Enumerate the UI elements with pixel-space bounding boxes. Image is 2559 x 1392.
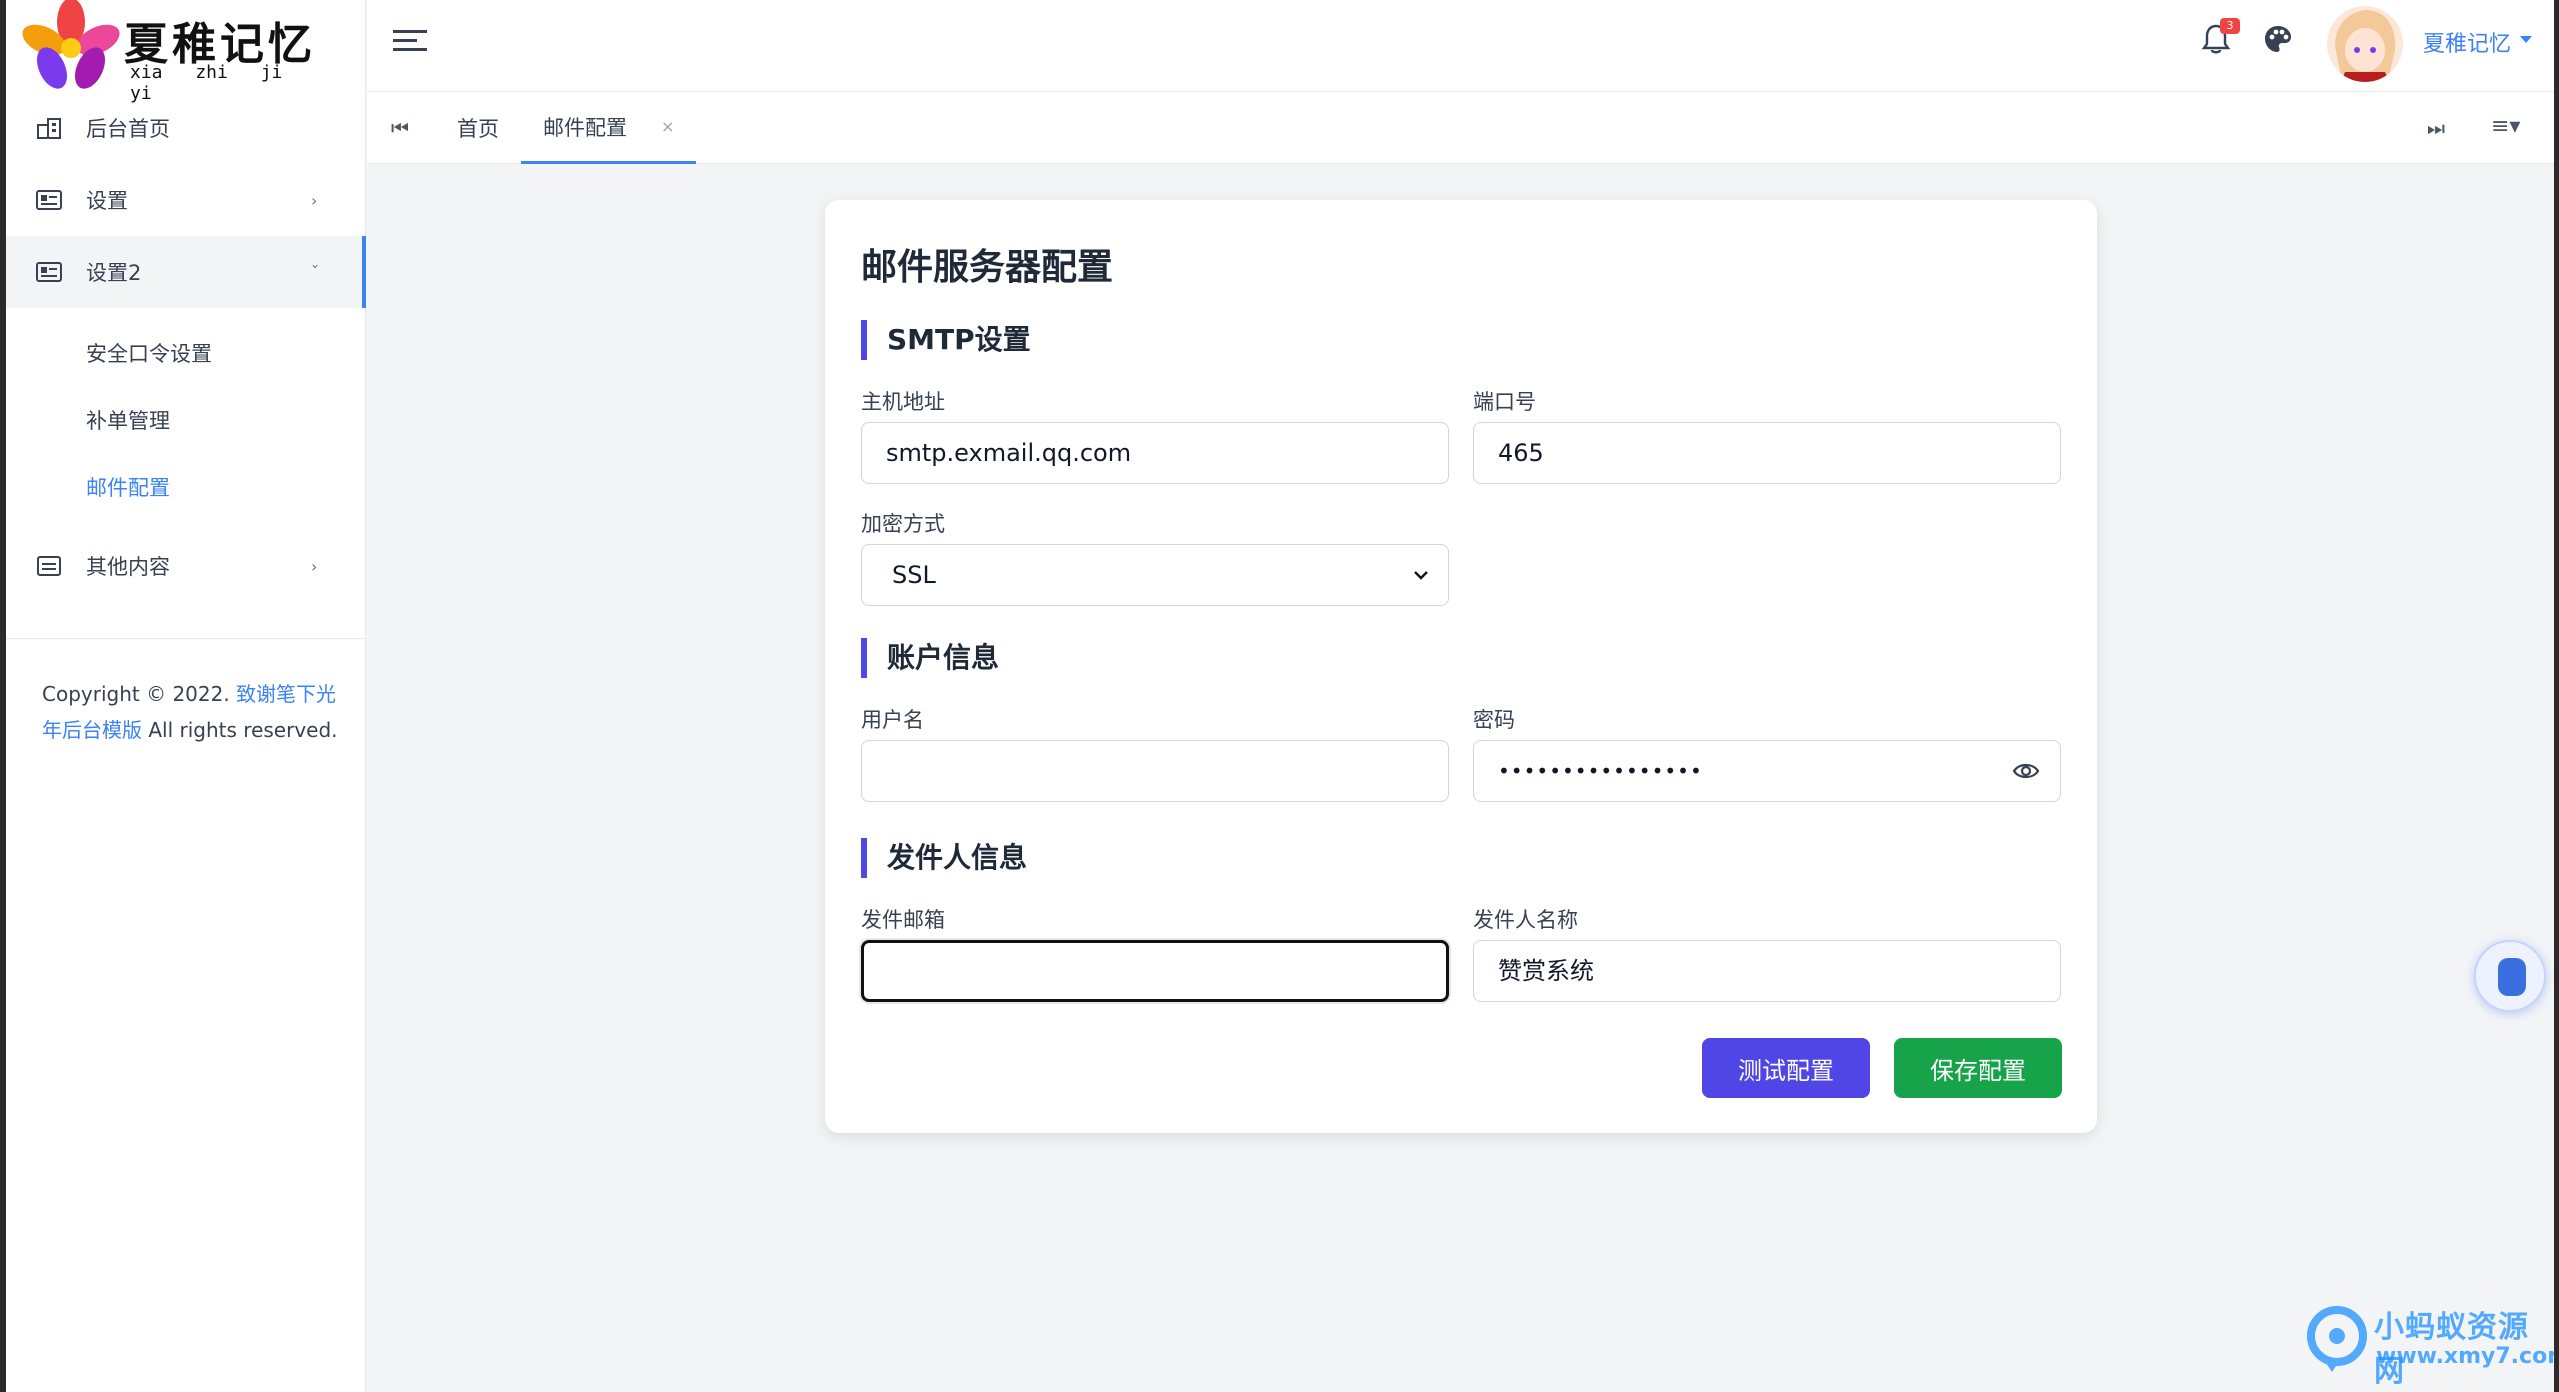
- sender-name-label: 发件人名称: [1473, 908, 1578, 932]
- mail-config-card: 邮件服务器配置 SMTP设置 主机地址 smtp.exmail.qq.com 端…: [825, 200, 2097, 1133]
- sidebar-divider: [6, 638, 366, 639]
- encrypt-select-value: SSL: [892, 561, 936, 589]
- chevron-right-icon: ›: [311, 556, 318, 576]
- section-smtp: SMTP设置: [861, 320, 1031, 360]
- encrypt-label: 加密方式: [861, 512, 945, 536]
- brand-logo[interactable]: 夏稚记忆 xia zhi ji yi: [12, 0, 322, 104]
- sidebar-item-label: 设置2: [86, 261, 142, 285]
- save-config-button[interactable]: 保存配置: [1894, 1038, 2062, 1098]
- sidebar-subitem-security[interactable]: 安全口令设置: [86, 338, 212, 368]
- sender-name-input[interactable]: 赞赏系统: [1473, 940, 2061, 1002]
- tab-home[interactable]: 首页: [457, 92, 499, 164]
- tab-scroll-left-icon[interactable]: ⏮: [391, 116, 409, 140]
- avatar-image-icon: [2327, 6, 2403, 82]
- sidebar-item-home[interactable]: 后台首页: [6, 92, 366, 164]
- port-label: 端口号: [1473, 390, 1536, 414]
- copyright-prefix: Copyright © 2022.: [42, 682, 230, 706]
- sidebar-subitem-mail-config[interactable]: 邮件配置: [86, 472, 170, 502]
- tab-label: 邮件配置: [543, 115, 627, 140]
- port-input[interactable]: 465: [1473, 422, 2061, 484]
- avatar[interactable]: [2327, 6, 2403, 82]
- sidebar-item-label: 其他内容: [86, 555, 170, 579]
- tab-menu-icon[interactable]: ≡▾: [2491, 114, 2520, 139]
- palette-icon[interactable]: [2263, 24, 2293, 54]
- password-value: ••••••••••••••••: [1498, 759, 1703, 783]
- sidebar-item-settings2[interactable]: 设置2 ˇ: [6, 236, 366, 308]
- home-icon: [37, 118, 61, 139]
- sidebar: 夏稚记忆 xia zhi ji yi 后台首页 设置 › 设置2 ˇ 安全口令设…: [6, 0, 366, 1392]
- copyright: Copyright © 2022. 致谢笔下光年后台模版 All rights …: [42, 676, 342, 748]
- sidebar-item-other[interactable]: 其他内容 ›: [6, 530, 366, 602]
- flower-logo-icon: [22, 0, 120, 89]
- top-header: 3 夏稚记忆: [367, 0, 2554, 92]
- eye-icon[interactable]: [2012, 759, 2040, 783]
- username-label: 用户名: [861, 708, 924, 732]
- settings-card-icon: [36, 190, 62, 210]
- host-input[interactable]: smtp.exmail.qq.com: [861, 422, 1449, 484]
- caret-down-icon[interactable]: [2520, 36, 2532, 43]
- notification-badge: 3: [2220, 18, 2240, 34]
- test-config-button[interactable]: 测试配置: [1702, 1038, 1870, 1098]
- sender-email-label: 发件邮箱: [861, 908, 945, 932]
- chevron-right-icon: ›: [311, 190, 318, 210]
- sidebar-item-label: 设置: [86, 189, 128, 213]
- usb-icon: [2498, 958, 2526, 996]
- copyright-suffix: All rights reserved.: [148, 718, 338, 742]
- watermark-logo-icon: [2307, 1306, 2367, 1372]
- settings-card-icon: [36, 262, 62, 282]
- sidebar-item-settings[interactable]: 设置 ›: [6, 164, 366, 236]
- tab-bar: ⏮ 首页 邮件配置 × ⏭ ≡▾: [367, 92, 2554, 164]
- username-input[interactable]: [861, 740, 1449, 802]
- window-edge-right: [2554, 0, 2559, 1392]
- content-icon: [37, 556, 61, 576]
- watermark: 小蚂蚁资源网 www.xmy7.com: [2300, 1300, 2559, 1389]
- password-label: 密码: [1473, 708, 1515, 732]
- floating-helper-button[interactable]: [2474, 940, 2546, 1012]
- section-account: 账户信息: [861, 638, 999, 678]
- host-label: 主机地址: [861, 390, 945, 414]
- sender-email-input[interactable]: [861, 940, 1449, 1002]
- page-title: 邮件服务器配置: [861, 247, 1114, 288]
- password-input[interactable]: ••••••••••••••••: [1473, 740, 2061, 802]
- sidebar-subitem-orders[interactable]: 补单管理: [86, 405, 170, 435]
- chevron-down-icon: ˇ: [311, 262, 319, 282]
- hamburger-menu-icon[interactable]: [393, 28, 427, 54]
- section-sender: 发件人信息: [861, 838, 1027, 878]
- chevron-down-icon: [1414, 571, 1428, 580]
- close-icon[interactable]: ×: [661, 117, 674, 136]
- encrypt-select[interactable]: SSL: [861, 544, 1449, 606]
- watermark-url: www.xmy7.com: [2376, 1344, 2559, 1369]
- tab-mail-config[interactable]: 邮件配置 ×: [521, 92, 697, 164]
- tab-scroll-right-icon[interactable]: ⏭: [2427, 116, 2445, 140]
- sidebar-item-label: 后台首页: [86, 117, 170, 141]
- tab-label: 首页: [457, 117, 499, 141]
- user-name[interactable]: 夏稚记忆: [2423, 26, 2511, 58]
